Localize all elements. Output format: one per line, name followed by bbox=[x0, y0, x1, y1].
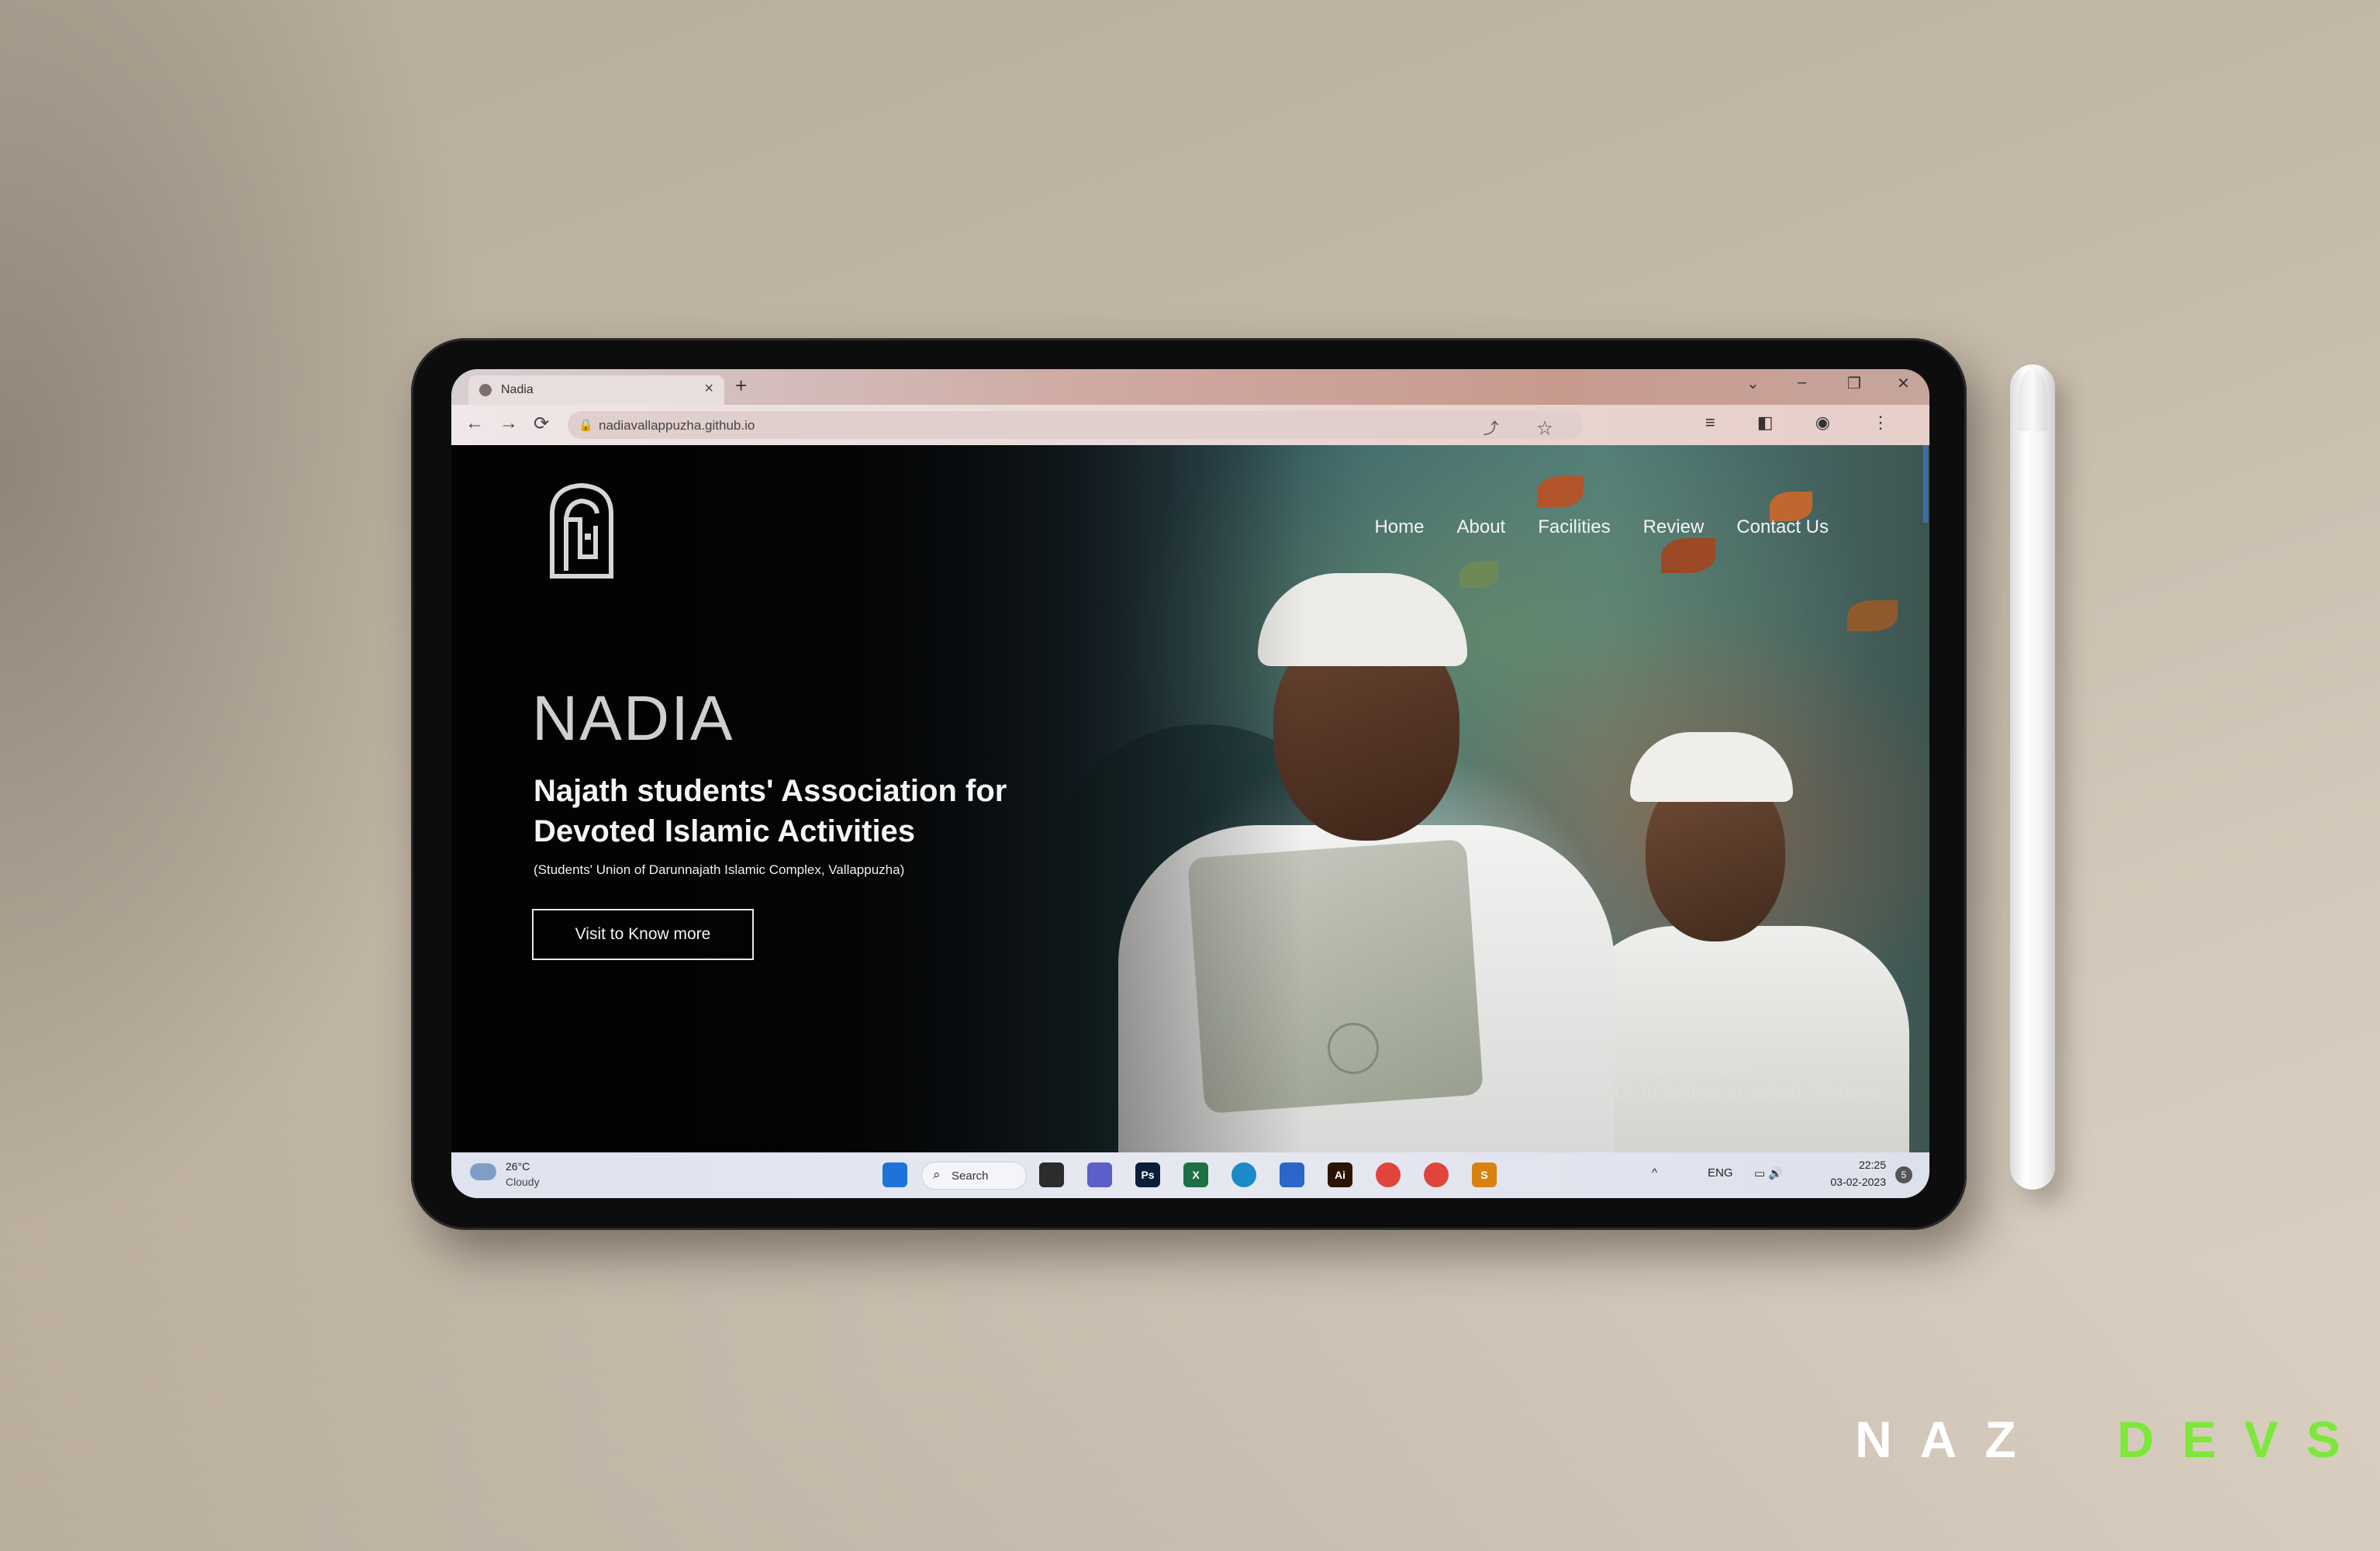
share-bookmark-icons[interactable]: ⤴ ☆ bbox=[1483, 416, 1570, 438]
address-bar[interactable]: 🔒 nadiavallappuzha.github.io ⤴ ☆ bbox=[568, 411, 1584, 439]
search-icon: ⌕ bbox=[933, 1167, 941, 1182]
tab-search-chevron-icon[interactable]: ⌄ bbox=[1746, 374, 1760, 393]
close-tab-icon[interactable]: × bbox=[704, 380, 713, 398]
brand-part-devs: DEVS bbox=[2117, 1411, 2368, 1468]
leaf-decoration bbox=[1537, 476, 1584, 507]
notification-badge[interactable]: 5 bbox=[1895, 1166, 1912, 1183]
extension-profile-menu-icons[interactable]: ≡ ◧ ◉ ⋮ bbox=[1705, 413, 1908, 433]
chevron-up-icon[interactable]: ^ bbox=[1652, 1166, 1657, 1180]
back-button[interactable]: ← bbox=[465, 413, 484, 434]
nav-review[interactable]: Review bbox=[1643, 516, 1705, 538]
nadia-logo-icon[interactable] bbox=[544, 479, 619, 580]
laptop-logo bbox=[1328, 1023, 1379, 1074]
globe-icon bbox=[479, 384, 492, 396]
site-navigation: Home About Facilities Review Contact Us bbox=[1374, 516, 1829, 538]
leaf-decoration bbox=[1459, 561, 1498, 588]
leaf-decoration bbox=[1847, 600, 1898, 631]
page-scrollbar[interactable] bbox=[1923, 445, 1928, 523]
stylus-tip bbox=[2018, 369, 2047, 431]
chrome-icon[interactable] bbox=[1376, 1162, 1401, 1187]
excel-icon[interactable]: X bbox=[1183, 1162, 1208, 1187]
sublime-icon[interactable]: S bbox=[1472, 1162, 1497, 1187]
close-window-button[interactable]: ✕ bbox=[1897, 374, 1910, 393]
url-text[interactable]: nadiavallappuzha.github.io bbox=[599, 418, 755, 434]
website-hero: Home About Facilities Review Contact Us … bbox=[451, 445, 1929, 1152]
language-indicator[interactable]: ENG bbox=[1708, 1166, 1733, 1180]
nav-facilities[interactable]: Facilities bbox=[1538, 516, 1610, 538]
illustrator-icon[interactable]: Ai bbox=[1328, 1162, 1352, 1187]
nav-home[interactable]: Home bbox=[1374, 516, 1424, 538]
brand-watermark: NAZ DEVS bbox=[1855, 1410, 2368, 1469]
activate-windows-watermark: Activate Windows Go to Settings to activ… bbox=[1615, 1058, 1884, 1104]
edge-icon[interactable] bbox=[1231, 1162, 1256, 1187]
windows-taskbar: 26°C Cloudy ⌕ Search Ps X Ai S ^ ENG ▭ 🔊… bbox=[451, 1152, 1929, 1198]
site-tagline: Najath students' Association for Devoted… bbox=[534, 774, 1007, 848]
chrome-active-icon[interactable] bbox=[1424, 1162, 1449, 1187]
windows-start-icon[interactable] bbox=[883, 1162, 907, 1187]
browser-tab-bar: Nadia × + ⌄ – ❐ ✕ bbox=[451, 369, 1929, 405]
cloud-icon[interactable] bbox=[470, 1163, 496, 1180]
reload-button[interactable]: ⟳ bbox=[534, 413, 549, 435]
site-title: NADIA bbox=[532, 683, 734, 754]
teams-icon[interactable] bbox=[1087, 1162, 1112, 1187]
clock-date[interactable]: 03-02-2023 bbox=[1830, 1176, 1886, 1188]
restore-button[interactable]: ❐ bbox=[1847, 374, 1861, 393]
store-icon[interactable] bbox=[1280, 1162, 1304, 1187]
nav-about[interactable]: About bbox=[1457, 516, 1506, 538]
brand-part-naz: NAZ bbox=[1855, 1411, 2044, 1468]
clock-time[interactable]: 22:25 bbox=[1859, 1159, 1886, 1171]
site-subtagline: (Students' Union of Darunnajath Islamic … bbox=[534, 862, 905, 877]
leaf-decoration bbox=[1661, 538, 1715, 573]
watermark-line1: Activate Windows bbox=[1615, 1059, 1750, 1079]
photoshop-icon[interactable]: Ps bbox=[1135, 1162, 1160, 1187]
student-photo-right-body bbox=[1568, 926, 1909, 1152]
tablet-screen: Nadia × + ⌄ – ❐ ✕ ← → ⟳ 🔒 nadiavallappuz… bbox=[451, 369, 1929, 1198]
forward-button[interactable]: → bbox=[499, 413, 518, 434]
browser-tab[interactable]: Nadia × bbox=[468, 375, 724, 405]
file-explorer-icon[interactable] bbox=[1039, 1162, 1064, 1187]
browser-toolbar: ← → ⟳ 🔒 nadiavallappuzha.github.io ⤴ ☆ ≡… bbox=[451, 405, 1929, 446]
stylus-pencil bbox=[2010, 364, 2055, 1190]
lock-icon[interactable]: 🔒 bbox=[579, 418, 593, 432]
minimize-button[interactable]: – bbox=[1798, 374, 1806, 392]
tab-title: Nadia bbox=[501, 383, 534, 396]
watermark-line2: Go to Settings to activate Windows. bbox=[1615, 1083, 1884, 1102]
visit-know-more-button[interactable]: Visit to Know more bbox=[532, 909, 754, 960]
taskbar-search[interactable]: ⌕ Search bbox=[921, 1162, 1027, 1190]
nav-contact-us[interactable]: Contact Us bbox=[1736, 516, 1829, 538]
student-photo-right-cap bbox=[1630, 732, 1793, 802]
weather-temperature[interactable]: 26°C bbox=[506, 1160, 530, 1173]
tablet-device: Nadia × + ⌄ – ❐ ✕ ← → ⟳ 🔒 nadiavallappuz… bbox=[411, 338, 1967, 1230]
network-volume-icons[interactable]: ▭ 🔊 bbox=[1754, 1166, 1783, 1180]
new-tab-button[interactable]: + bbox=[735, 374, 747, 398]
weather-condition[interactable]: Cloudy bbox=[506, 1176, 540, 1188]
search-label: Search bbox=[952, 1169, 989, 1183]
